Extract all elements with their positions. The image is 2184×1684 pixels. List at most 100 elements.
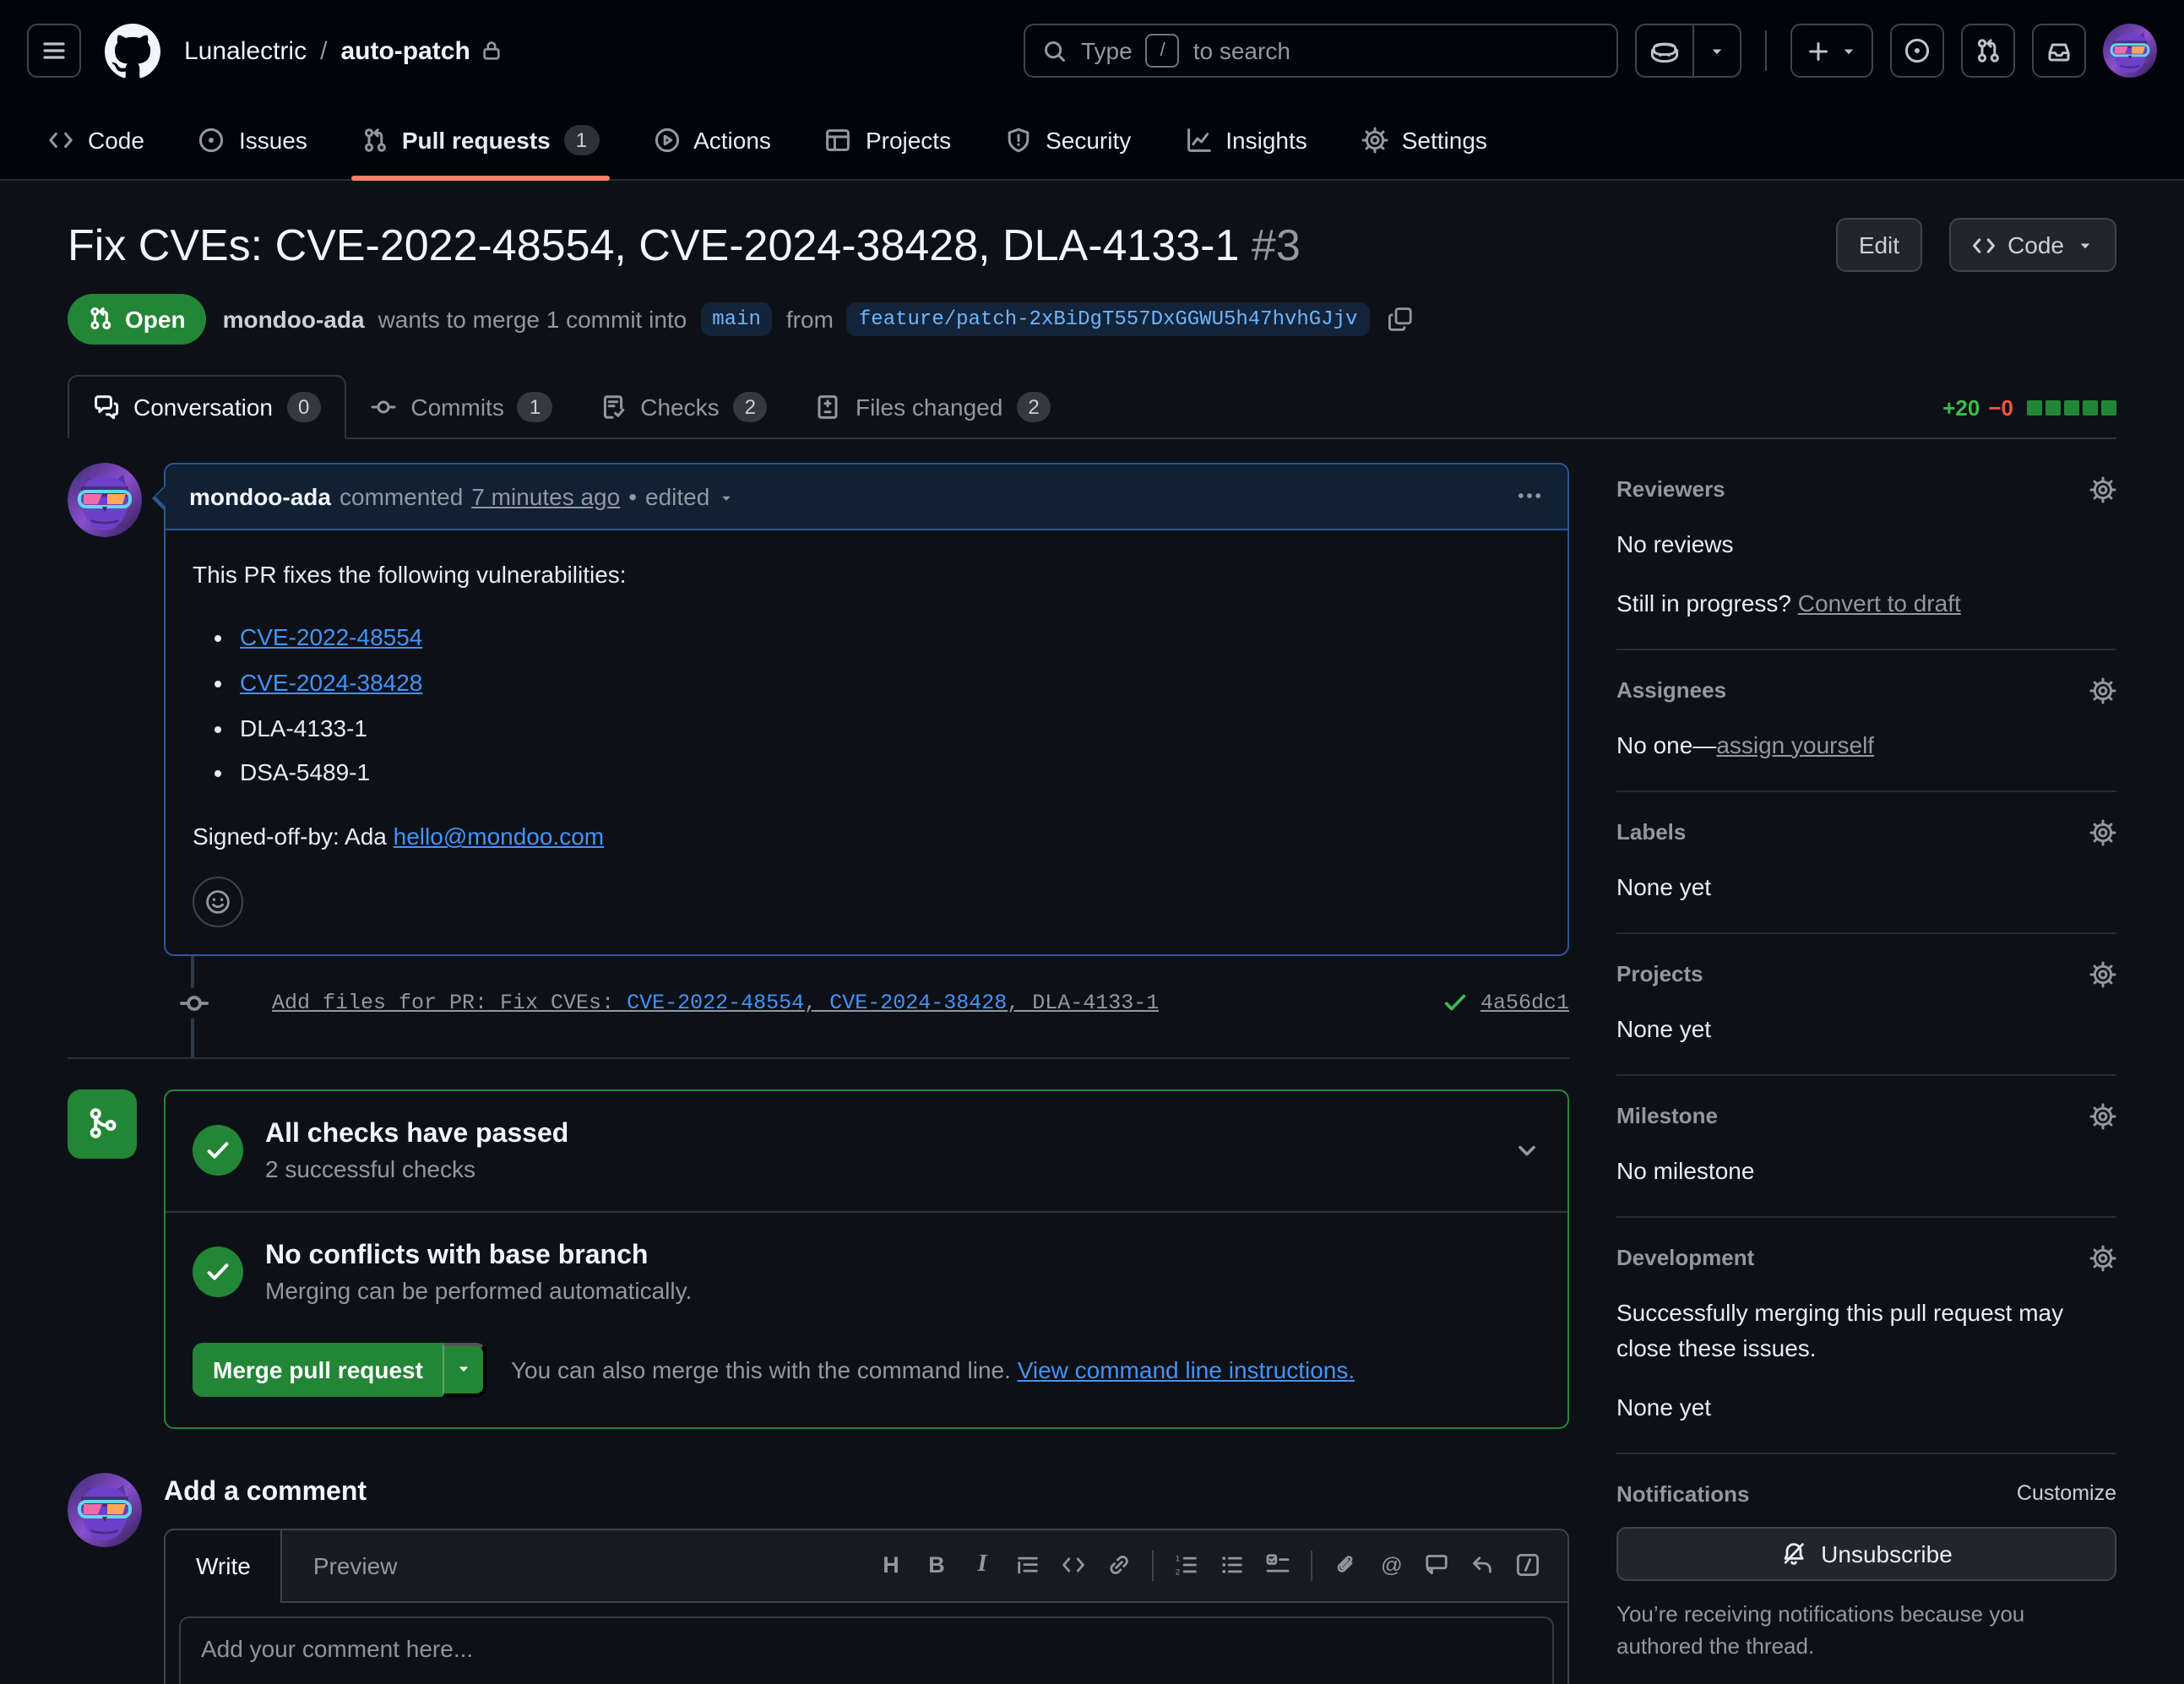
tab-preview[interactable]: Preview bbox=[283, 1551, 428, 1578]
pr-author[interactable]: mondoo-ada bbox=[223, 305, 365, 332]
plus-icon bbox=[1806, 38, 1831, 63]
commit-sha-link[interactable]: 4a56dc1 bbox=[1480, 991, 1569, 1014]
comment-card: mondoo-ada commented 7 minutes ago • edi… bbox=[164, 462, 1569, 955]
nav-item-actions[interactable]: Actions bbox=[629, 101, 795, 179]
pr-title-row: Fix CVEs: CVE-2022-48554, CVE-2024-38428… bbox=[68, 218, 2116, 273]
github-logo[interactable] bbox=[105, 23, 160, 79]
breadcrumb-owner[interactable]: Lunalectric bbox=[184, 36, 307, 65]
comment-author[interactable]: mondoo-ada bbox=[189, 482, 331, 509]
head-branch-label[interactable]: feature/patch-2xBiDgT557DxGGWU5h47hvhGJj… bbox=[847, 301, 1370, 335]
no-conflicts-title: No conflicts with base branch bbox=[265, 1241, 1540, 1271]
tab-write[interactable]: Write bbox=[166, 1529, 283, 1602]
merge-options-caret[interactable] bbox=[443, 1342, 487, 1396]
toolbar-divider bbox=[1152, 1550, 1154, 1580]
email-link[interactable]: hello@mondoo.com bbox=[394, 823, 604, 850]
customize-link[interactable]: Customize bbox=[2017, 1481, 2116, 1505]
gear-icon[interactable] bbox=[2089, 676, 2116, 703]
caret-down-icon bbox=[455, 1360, 474, 1378]
development-caption: Successfully merging this pull request m… bbox=[1616, 1295, 2116, 1366]
gear-icon[interactable] bbox=[2089, 475, 2116, 502]
convert-to-draft-link[interactable]: Convert to draft bbox=[1798, 589, 1961, 616]
gear-icon[interactable] bbox=[2089, 818, 2116, 845]
check-icon[interactable] bbox=[1443, 990, 1469, 1015]
search-input[interactable]: Type / to search bbox=[1024, 24, 1618, 78]
pull-request-icon bbox=[88, 306, 113, 331]
slash-command-icon[interactable] bbox=[1505, 1542, 1551, 1588]
copilot-icon[interactable] bbox=[1637, 25, 1692, 76]
quote-icon[interactable] bbox=[1005, 1542, 1051, 1588]
svg-text:2: 2 bbox=[1176, 1568, 1180, 1577]
mention-icon[interactable]: @ bbox=[1368, 1542, 1414, 1588]
edit-button[interactable]: Edit bbox=[1837, 218, 1921, 272]
cli-instructions-link[interactable]: View command line instructions. bbox=[1018, 1355, 1355, 1383]
cve-link[interactable]: CVE-2024-38428 bbox=[240, 669, 422, 696]
tab-files-changed[interactable]: Files changed 2 bbox=[791, 376, 1075, 437]
emoji-reaction-button[interactable] bbox=[193, 876, 243, 926]
code-icon[interactable] bbox=[1051, 1542, 1096, 1588]
commit-message-link[interactable]: Add files for PR: Fix CVEs: CVE-2022-485… bbox=[272, 991, 1159, 1014]
issues-dashboard-button[interactable] bbox=[1890, 24, 1944, 78]
comment-textarea[interactable] bbox=[179, 1616, 1554, 1684]
assign-yourself-link[interactable]: assign yourself bbox=[1716, 731, 1874, 758]
comment-timestamp[interactable]: 7 minutes ago bbox=[471, 482, 620, 509]
pr-merge-sentence: mondoo-ada wants to merge 1 commit into … bbox=[223, 301, 1370, 335]
deletions-count: −0 bbox=[1988, 394, 2013, 420]
cross-reference-icon[interactable] bbox=[1414, 1542, 1459, 1588]
tab-checks[interactable]: Checks 2 bbox=[576, 376, 791, 437]
gear-icon[interactable] bbox=[2089, 1244, 2116, 1271]
editor-tab-strip: Write Preview H B I bbox=[166, 1529, 1567, 1602]
svg-text:@: @ bbox=[1381, 1554, 1403, 1578]
italic-icon[interactable]: I bbox=[959, 1542, 1005, 1588]
inbox-button[interactable] bbox=[2032, 24, 2086, 78]
merge-pull-request-button[interactable]: Merge pull request bbox=[193, 1342, 443, 1396]
checks-passed-item[interactable]: All checks have passed 2 successful chec… bbox=[166, 1090, 1567, 1210]
vulnerability-list: CVE-2022-48554 CVE-2024-38428 DLA-4133-1… bbox=[193, 620, 1540, 792]
caret-down-icon[interactable] bbox=[718, 489, 735, 506]
commit-icon bbox=[370, 393, 397, 420]
notifications-caption: You’re receiving notifications because y… bbox=[1616, 1597, 2116, 1663]
base-branch-label[interactable]: main bbox=[700, 301, 773, 335]
task-list-icon[interactable] bbox=[1255, 1542, 1301, 1588]
nav-item-pull-requests[interactable]: Pull requests 1 bbox=[338, 101, 622, 179]
cve-link[interactable]: CVE-2022-48554 bbox=[240, 623, 422, 650]
comment-intro: This PR fixes the following vulnerabilit… bbox=[193, 557, 1540, 593]
paperclip-icon[interactable] bbox=[1323, 1542, 1368, 1588]
files-changed-counter: 2 bbox=[1016, 391, 1051, 421]
user-avatar[interactable] bbox=[2103, 24, 2157, 78]
list-item: CVE-2024-38428 bbox=[240, 665, 1540, 702]
copilot-button[interactable] bbox=[1635, 24, 1741, 78]
nav-item-insights[interactable]: Insights bbox=[1161, 101, 1331, 179]
code-button[interactable]: Code bbox=[1948, 218, 2116, 272]
gear-icon[interactable] bbox=[2089, 960, 2116, 987]
numbered-list-icon[interactable]: 12 bbox=[1164, 1542, 1209, 1588]
nav-item-issues[interactable]: Issues bbox=[175, 101, 331, 179]
bold-icon[interactable]: B bbox=[914, 1542, 959, 1588]
checklist-icon bbox=[600, 393, 627, 420]
heading-icon[interactable]: H bbox=[868, 1542, 914, 1588]
comment-edited-label[interactable]: edited bbox=[645, 482, 709, 509]
copilot-dropdown-caret[interactable] bbox=[1692, 25, 1740, 76]
hamburger-menu-button[interactable] bbox=[27, 24, 81, 78]
nav-item-settings[interactable]: Settings bbox=[1338, 101, 1511, 179]
pull-request-icon bbox=[361, 127, 388, 154]
nav-item-security[interactable]: Security bbox=[981, 101, 1154, 179]
kebab-menu-icon[interactable] bbox=[1515, 481, 1544, 510]
nav-item-projects[interactable]: Projects bbox=[801, 101, 975, 179]
tab-commits[interactable]: Commits 1 bbox=[346, 376, 576, 437]
copy-icon[interactable] bbox=[1386, 305, 1413, 332]
pull-requests-dashboard-button[interactable] bbox=[1961, 24, 2015, 78]
nav-item-code[interactable]: Code bbox=[24, 101, 168, 179]
breadcrumb-repo[interactable]: auto-patch bbox=[340, 36, 503, 65]
svg-text:1: 1 bbox=[1176, 1555, 1180, 1563]
gear-icon[interactable] bbox=[2089, 1102, 2116, 1129]
create-new-button[interactable] bbox=[1790, 24, 1873, 78]
pr-number: #3 bbox=[1252, 220, 1301, 270]
comment-author-avatar[interactable] bbox=[68, 462, 142, 536]
chevron-down-icon[interactable] bbox=[1513, 1137, 1540, 1164]
reply-icon[interactable] bbox=[1459, 1542, 1505, 1588]
unsubscribe-button[interactable]: Unsubscribe bbox=[1616, 1526, 2116, 1580]
bullet-list-icon[interactable] bbox=[1209, 1542, 1255, 1588]
tab-conversation[interactable]: Conversation 0 bbox=[68, 374, 346, 438]
diff-stat[interactable]: +20 −0 bbox=[1942, 394, 2116, 437]
link-icon[interactable] bbox=[1096, 1542, 1142, 1588]
